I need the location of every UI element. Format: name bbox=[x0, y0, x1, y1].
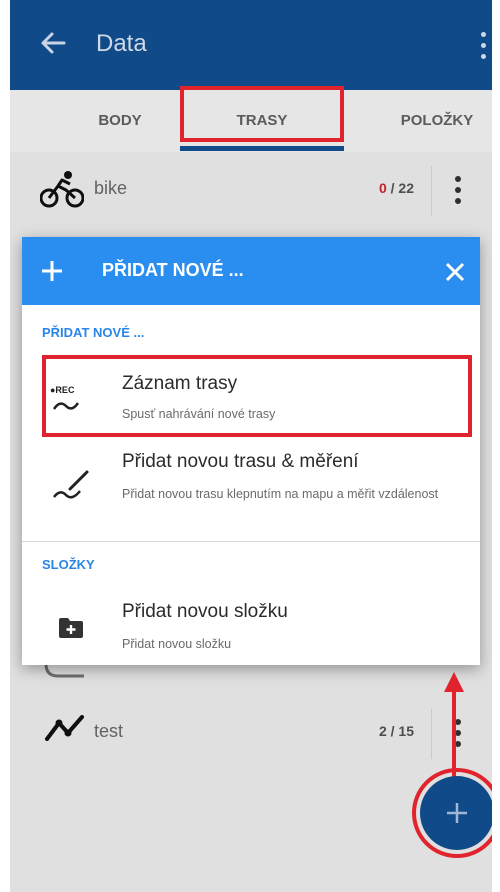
record-item-highlight-box bbox=[42, 355, 472, 437]
overflow-menu-icon[interactable] bbox=[476, 30, 490, 62]
add-track-measure-item[interactable]: Přidat novou trasu & měření Přidat novou… bbox=[22, 437, 480, 541]
add-new-dialog: PŘIDAT NOVÉ ... PŘIDAT NOVÉ ... ●REC Záz… bbox=[22, 237, 480, 665]
item-subtitle: Přidat novou trasu klepnutím na mapu a m… bbox=[122, 487, 439, 501]
app-bar: Data bbox=[10, 0, 492, 90]
fab-highlight-ring bbox=[412, 768, 492, 858]
tab-highlight-box bbox=[180, 86, 344, 142]
screen: Data BODY TRASY POLOŽKY bike 0 / 22 test… bbox=[10, 0, 492, 892]
dialog-header: PŘIDAT NOVÉ ... bbox=[22, 237, 480, 305]
item-title: Přidat novou trasu & měření bbox=[122, 451, 359, 472]
section-divider bbox=[22, 541, 480, 542]
item-title: Přidat novou složku bbox=[122, 601, 288, 622]
tab-polozky[interactable]: POLOŽKY bbox=[382, 90, 492, 152]
dialog-title: PŘIDAT NOVÉ ... bbox=[102, 260, 244, 280]
annotation-arrow-icon bbox=[444, 672, 464, 778]
tab-body[interactable]: BODY bbox=[60, 90, 180, 152]
plus-icon bbox=[42, 261, 62, 281]
item-subtitle: Přidat novou složku bbox=[122, 637, 232, 651]
draw-track-icon bbox=[53, 470, 89, 499]
section-label-folders: SLOŽKY bbox=[42, 557, 95, 572]
back-arrow-icon[interactable] bbox=[38, 28, 68, 58]
close-icon[interactable] bbox=[444, 261, 466, 283]
section-label-add-new: PŘIDAT NOVÉ ... bbox=[42, 325, 145, 340]
add-folder-item[interactable]: Přidat novou složku Přidat novou složku bbox=[22, 585, 480, 665]
tab-indicator bbox=[180, 146, 344, 151]
add-folder-icon bbox=[59, 618, 83, 638]
page-title: Data bbox=[96, 30, 147, 57]
